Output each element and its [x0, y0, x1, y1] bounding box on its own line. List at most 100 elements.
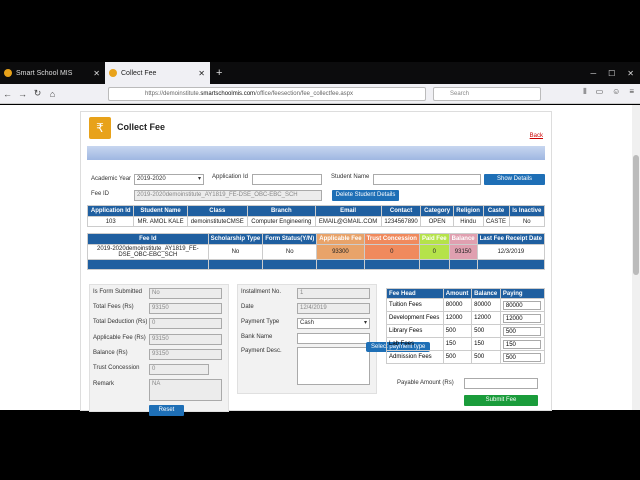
- back-link[interactable]: Back: [530, 133, 543, 139]
- total-deduction-field[interactable]: 0: [149, 318, 222, 329]
- fee-id-field[interactable]: 2019-2020demoinstitute_AY1819_FE-DSE_OBC…: [134, 190, 322, 201]
- payment-type-label: Payment Type: [241, 319, 280, 325]
- table-row: 2019-2020demoinstitute_AY1819_FE-DSE_OBC…: [87, 244, 546, 260]
- table-cell: 150: [442, 337, 473, 351]
- table-cell: 2019-2020demoinstitute_AY1819_FE-DSE_OBC…: [87, 244, 209, 260]
- student-name-input[interactable]: [373, 174, 481, 185]
- total-fees-field[interactable]: 93150: [149, 303, 222, 314]
- scrollbar-thumb[interactable]: [633, 155, 639, 275]
- toolbar-icons: ⫴ ▭ ☺ ≡: [583, 87, 634, 97]
- tab-collect-fee[interactable]: Collect Fee ✕: [105, 62, 210, 84]
- student-name-label: Student Name: [331, 174, 370, 180]
- column-header: Email: [314, 205, 382, 217]
- total-deduction-label: Total Deduction (Rs): [93, 319, 148, 325]
- table-cell: 150: [471, 337, 501, 351]
- table-header-row: Fee Id Scholarship Type Form Status(Y/N) Ap…: [87, 233, 546, 245]
- close-tab-icon[interactable]: ✕: [198, 69, 205, 78]
- table-row: Tuition Fees 80000 80000 80000: [386, 298, 546, 312]
- fee-id-label: Fee ID: [91, 191, 110, 197]
- url-path: /office/feesection/fee_collectfee.aspx: [255, 91, 354, 97]
- table-cell: 500: [471, 350, 501, 364]
- table-cell: 500: [499, 350, 546, 364]
- payment-desc-textarea[interactable]: [297, 347, 370, 385]
- library-icon[interactable]: ⫴: [583, 87, 586, 97]
- remark-label: Remark: [93, 381, 115, 387]
- column-header: Is Inactive: [508, 205, 546, 217]
- remark-field[interactable]: NA: [149, 379, 222, 401]
- minimize-icon[interactable]: ─: [590, 69, 596, 78]
- column-header: Application Id: [86, 205, 135, 217]
- payment-desc-label: Payment Desc.: [241, 348, 282, 354]
- table-cell: 500: [499, 324, 546, 338]
- window-controls: ─ ☐ ✕: [590, 62, 640, 84]
- chevron-down-icon: ▾: [197, 176, 201, 182]
- payable-amount-input[interactable]: [464, 378, 538, 389]
- column-header: Student Name: [133, 205, 188, 217]
- date-field[interactable]: 12/4/2019: [297, 303, 370, 314]
- forward-arrow-icon[interactable]: →: [15, 89, 30, 99]
- sidebar-icon[interactable]: ▭: [596, 87, 604, 97]
- table-cell: Development Fees: [386, 311, 444, 325]
- table-cell: 0: [418, 244, 450, 260]
- tab-bar: Smart School MIS ✕ Collect Fee ✕ + ─ ☐ ✕: [0, 62, 640, 84]
- url-prefix: https://demoinstitute.: [145, 91, 201, 97]
- menu-icon[interactable]: ≡: [629, 87, 634, 97]
- payment-type-select[interactable]: Cash ▾: [297, 318, 370, 329]
- table-cell: Lab Fees: [386, 337, 444, 351]
- page-title: Collect Fee: [117, 122, 166, 132]
- tab-smart-school[interactable]: Smart School MIS ✕: [0, 62, 105, 84]
- student-table: Application Id Student Name Class Branch Ema…: [86, 205, 546, 227]
- reset-button[interactable]: Reset: [149, 405, 184, 416]
- table-row: Development Fees 12000 12000 12000: [386, 311, 546, 325]
- paying-input[interactable]: 150: [502, 339, 541, 349]
- show-details-button[interactable]: Show Details: [484, 174, 545, 185]
- tab-label: Smart School MIS: [16, 69, 73, 77]
- close-window-icon[interactable]: ✕: [627, 69, 634, 78]
- page-scrollbar[interactable]: [632, 105, 640, 410]
- table-cell: 103: [86, 216, 135, 227]
- account-icon[interactable]: ☺: [612, 87, 620, 97]
- paying-input[interactable]: 12000: [502, 313, 541, 323]
- application-id-input[interactable]: [252, 174, 322, 185]
- installment-panel: Installment No. 1 Date 12/4/2019 Payment…: [237, 284, 377, 394]
- table-cell: 1234567890: [380, 216, 422, 227]
- column-header: Religion: [452, 205, 484, 217]
- column-header: Balance: [471, 288, 501, 299]
- table-cell: No: [207, 244, 264, 260]
- academic-year-select[interactable]: 2019-2020 ▾: [134, 174, 204, 185]
- table-cell: Tuition Fees: [386, 298, 444, 312]
- search-input[interactable]: Search: [433, 87, 541, 101]
- table-row: Admission Fees 500 500 500: [386, 350, 546, 364]
- submit-fee-button[interactable]: Submit Fee: [464, 395, 538, 406]
- column-header: Paying: [499, 288, 546, 299]
- installment-no-field[interactable]: 1: [297, 288, 370, 299]
- new-tab-icon[interactable]: +: [210, 62, 228, 84]
- table-cell: 12000: [499, 311, 546, 325]
- table-cell: EMAIL@GMAIL.COM: [314, 216, 382, 227]
- close-tab-icon[interactable]: ✕: [93, 69, 100, 78]
- paying-input[interactable]: 500: [502, 352, 541, 362]
- nav-bar: ← → ↻ ⌂ https://demoinstitute.smartschoo…: [0, 84, 640, 104]
- table-header-row: Application Id Student Name Class Branch Ema…: [86, 205, 546, 217]
- delete-student-details-button[interactable]: Delete Student Details: [332, 190, 399, 201]
- balance-field[interactable]: 93150: [149, 349, 222, 360]
- header-band: [87, 146, 545, 160]
- column-header: Caste: [482, 205, 510, 217]
- table-header-row: Fee Head Amount Balance Paying: [386, 288, 546, 299]
- trust-concession-field[interactable]: 0: [149, 364, 209, 375]
- bank-name-input[interactable]: [297, 333, 370, 344]
- applicable-fee-field[interactable]: 93150: [149, 334, 222, 345]
- balance-label: Balance (Rs): [93, 350, 128, 356]
- table-cell: 12000: [471, 311, 501, 325]
- form-submitted-field[interactable]: No: [149, 288, 222, 299]
- maximize-icon[interactable]: ☐: [608, 69, 615, 78]
- paying-input[interactable]: 80000: [502, 300, 541, 310]
- home-icon[interactable]: ⌂: [45, 89, 60, 99]
- fee-heads-table: Fee Head Amount Balance Paying Tuition Fees…: [386, 288, 546, 364]
- column-header: Class: [186, 205, 248, 217]
- paying-input[interactable]: 500: [502, 326, 541, 336]
- reload-icon[interactable]: ↻: [30, 88, 45, 99]
- back-arrow-icon[interactable]: ←: [0, 89, 15, 99]
- address-bar[interactable]: https://demoinstitute.smartschoolmis.com…: [108, 87, 426, 101]
- column-header: Trust Concession: [363, 233, 420, 245]
